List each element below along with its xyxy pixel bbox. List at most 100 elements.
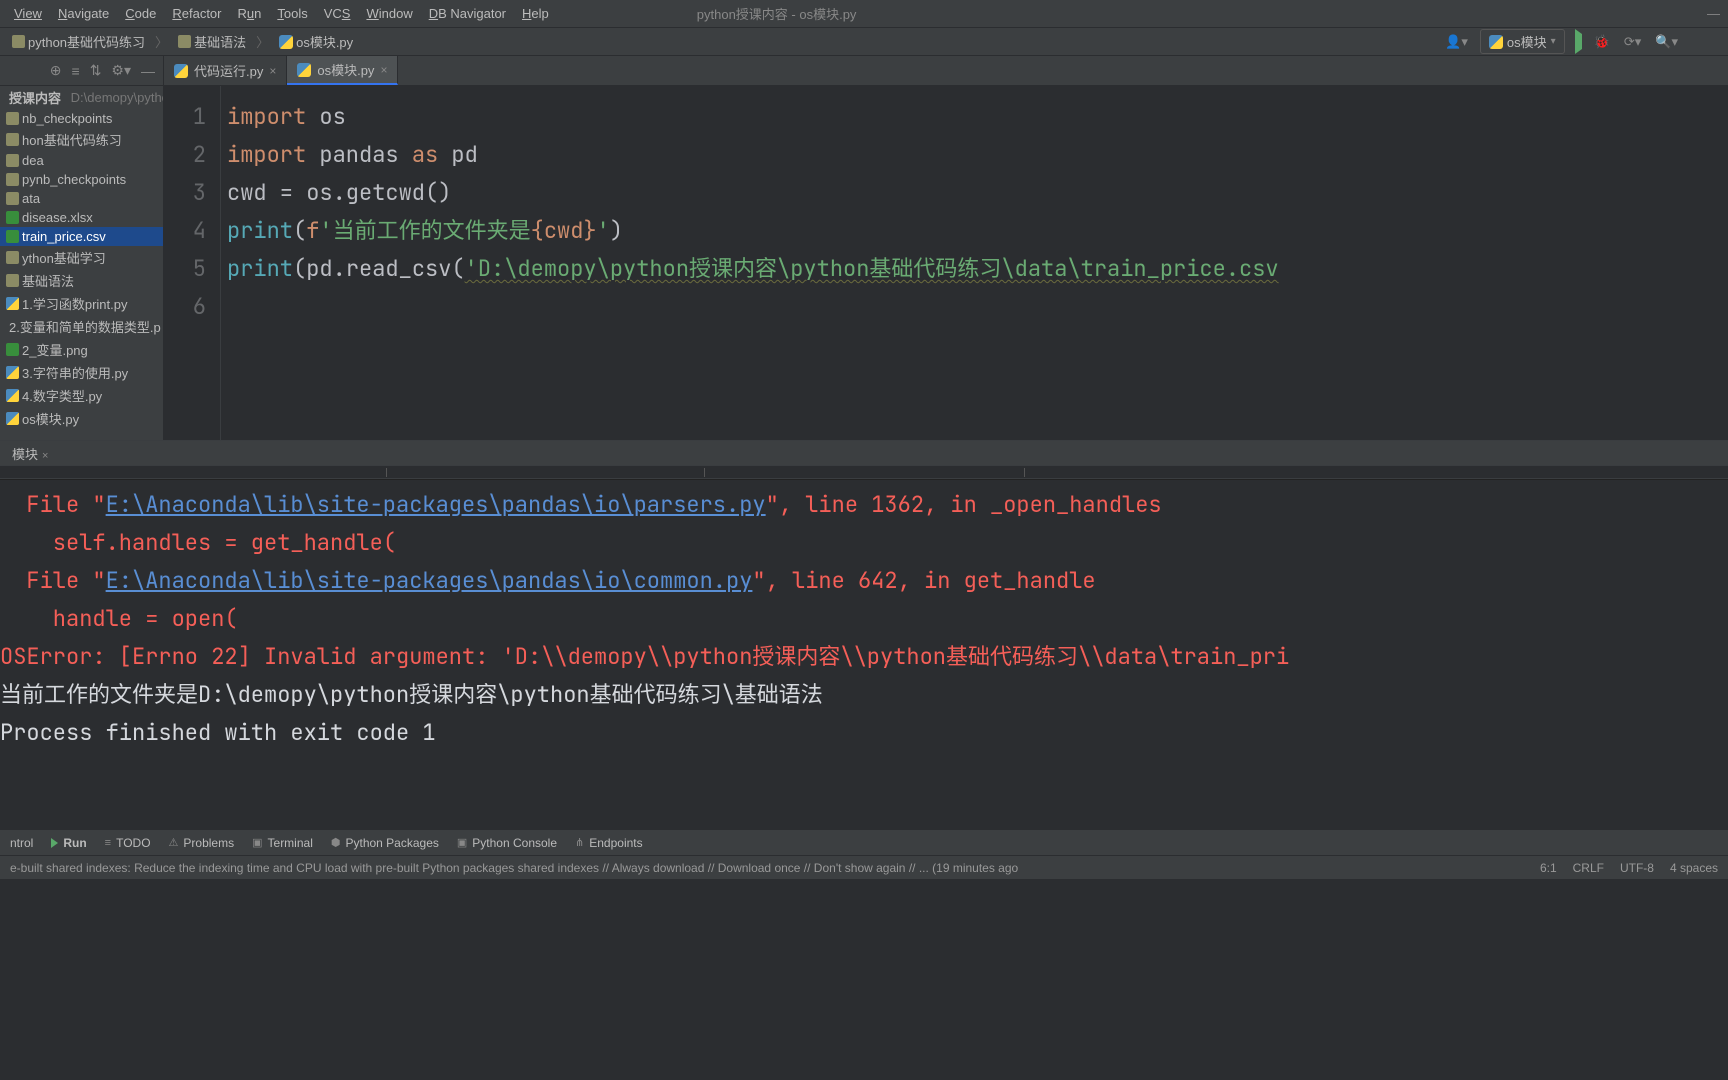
tree-item-11[interactable]: 2_变量.png [0, 338, 163, 361]
status-eol[interactable]: CRLF [1573, 861, 1604, 875]
code-editor[interactable]: 123456 import osimport pandas as pdcwd =… [164, 86, 1728, 440]
chevron-right-icon: 〉 [256, 32, 269, 51]
run-tool-window: 模块× File "E:\Anaconda\lib\site-packages\… [0, 440, 1728, 829]
fld-icon [6, 112, 19, 125]
status-pos[interactable]: 6:1 [1540, 861, 1557, 875]
target-icon[interactable]: ⊕ [50, 62, 62, 79]
chevron-right-icon: 〉 [155, 32, 168, 51]
tree-item-label: hon基础代码练习 [22, 130, 122, 149]
close-icon[interactable]: × [380, 63, 387, 77]
play-icon [1575, 29, 1582, 54]
code-content[interactable]: import osimport pandas as pdcwd = os.get… [220, 86, 1728, 440]
py-icon [6, 297, 19, 310]
tree-item-8[interactable]: 基础语法 [0, 269, 163, 292]
tool-control[interactable]: ntrol [10, 836, 33, 850]
tree-item-12[interactable]: 3.字符串的使用.py [0, 361, 163, 384]
menu-view[interactable]: View [6, 3, 50, 24]
tool-endpoints[interactable]: ⋔Endpoints [575, 836, 643, 850]
menu-navigate[interactable]: Navigate [50, 3, 117, 24]
tree-item-label: pynb_checkpoints [22, 172, 126, 187]
run-config-selector[interactable]: os模块 ▾ [1480, 29, 1565, 54]
window-title: python授课内容 - os模块.py [697, 4, 857, 23]
console-output[interactable]: File "E:\Anaconda\lib\site-packages\pand… [0, 479, 1728, 829]
tree-item-4[interactable]: ata [0, 189, 163, 208]
fld-icon [6, 154, 19, 167]
menu-bar: View Navigate Code Refactor Run Tools VC… [0, 0, 1728, 28]
tree-item-label: dea [22, 153, 44, 168]
tool-pypackages[interactable]: ⬢Python Packages [331, 836, 439, 850]
minimize-icon[interactable]: — [1705, 4, 1722, 23]
terminal-icon: ▣ [252, 836, 262, 849]
py-icon [6, 389, 19, 402]
tab-1[interactable]: os模块.py× [287, 56, 398, 85]
menu-dbnav[interactable]: DB Navigator [421, 3, 514, 24]
hide-icon[interactable]: — [141, 63, 155, 79]
chevron-down-icon: ▾ [1551, 36, 1556, 47]
menu-help[interactable]: Help [514, 3, 557, 24]
status-indent[interactable]: 4 spaces [1670, 861, 1718, 875]
more-run-icon[interactable]: ⟳▾ [1622, 32, 1643, 52]
tree-item-3[interactable]: pynb_checkpoints [0, 170, 163, 189]
tree-item-13[interactable]: 4.数字类型.py [0, 384, 163, 407]
fld-icon [6, 251, 19, 264]
panel-tab-0[interactable]: 模块× [6, 442, 54, 465]
tool-run[interactable]: Run [51, 836, 86, 850]
close-icon[interactable]: × [42, 450, 48, 462]
tree-item-10[interactable]: 2.变量和简单的数据类型.p [0, 315, 163, 338]
py-icon [6, 412, 19, 425]
fld-icon [6, 133, 19, 146]
list-icon: ≡ [105, 837, 111, 849]
tree-item-label: 2_变量.png [22, 340, 88, 359]
tree-item-label: 4.数字类型.py [22, 386, 102, 405]
user-icon[interactable]: 👤▾ [1443, 32, 1470, 52]
project-tool-window: ⊕ ≡ ⇅ ⚙▾ — 授课内容 D:\demopy\pytho nb_check… [0, 56, 164, 440]
tool-terminal[interactable]: ▣Terminal [252, 836, 313, 850]
menu-window[interactable]: Window [358, 3, 420, 24]
tool-pyconsole[interactable]: ▣Python Console [457, 836, 557, 850]
fld-icon [6, 173, 19, 186]
console-icon: ▣ [457, 836, 467, 849]
status-message[interactable]: e-built shared indexes: Reduce the index… [10, 861, 1018, 875]
tree-item-9[interactable]: 1.学习函数print.py [0, 292, 163, 315]
menu-refactor[interactable]: Refactor [164, 3, 229, 24]
tree-item-5[interactable]: disease.xlsx [0, 208, 163, 227]
menu-vcs[interactable]: VCS [316, 3, 359, 24]
tool-problems[interactable]: ⚠Problems [169, 836, 235, 850]
tree-item-label: ata [22, 191, 40, 206]
search-icon[interactable]: 🔍▾ [1653, 32, 1680, 52]
tree-item-2[interactable]: dea [0, 151, 163, 170]
status-bar: e-built shared indexes: Reduce the index… [0, 855, 1728, 879]
gear-icon[interactable]: ⚙▾ [111, 62, 131, 79]
gutter: 123456 [164, 86, 220, 440]
crumb-2[interactable]: os模块.py [275, 30, 357, 53]
menu-code[interactable]: Code [117, 3, 164, 24]
tree-item-6[interactable]: train_price.csv [0, 227, 163, 246]
csv-icon [6, 230, 19, 243]
collapse-icon[interactable]: ≡ [72, 63, 80, 79]
project-tree[interactable]: 授课内容 D:\demopy\pytho nb_checkpoints hon基础… [0, 86, 163, 440]
filter-icon[interactable]: ⇅ [90, 62, 102, 79]
bottom-tool-strip: ntrol Run ≡TODO ⚠Problems ▣Terminal ⬢Pyt… [0, 829, 1728, 855]
crumb-0[interactable]: python基础代码练习 [8, 30, 149, 53]
endpoints-icon: ⋔ [575, 836, 584, 849]
tab-0[interactable]: 代码运行.py× [164, 56, 287, 85]
menu-run[interactable]: Run [230, 3, 270, 24]
tree-item-14[interactable]: os模块.py [0, 407, 163, 430]
tree-item-0[interactable]: nb_checkpoints [0, 109, 163, 128]
crumb-1[interactable]: 基础语法 [174, 30, 250, 53]
tree-item-1[interactable]: hon基础代码练习 [0, 128, 163, 151]
tree-root[interactable]: 授课内容 D:\demopy\pytho [0, 86, 163, 109]
tool-todo[interactable]: ≡TODO [105, 836, 151, 850]
debug-button[interactable]: 🐞 [1592, 32, 1612, 52]
python-icon [174, 64, 188, 78]
play-icon [51, 838, 58, 848]
menu-tools[interactable]: Tools [269, 3, 315, 24]
run-button[interactable] [1575, 34, 1582, 49]
close-icon[interactable]: × [269, 64, 276, 78]
tree-item-7[interactable]: ython基础学习 [0, 246, 163, 269]
python-icon [1489, 35, 1503, 49]
tree-item-label: 2.变量和简单的数据类型.p [9, 317, 161, 336]
tree-item-label: os模块.py [22, 409, 79, 428]
tree-item-label: ython基础学习 [22, 248, 106, 267]
status-enc[interactable]: UTF-8 [1620, 861, 1654, 875]
